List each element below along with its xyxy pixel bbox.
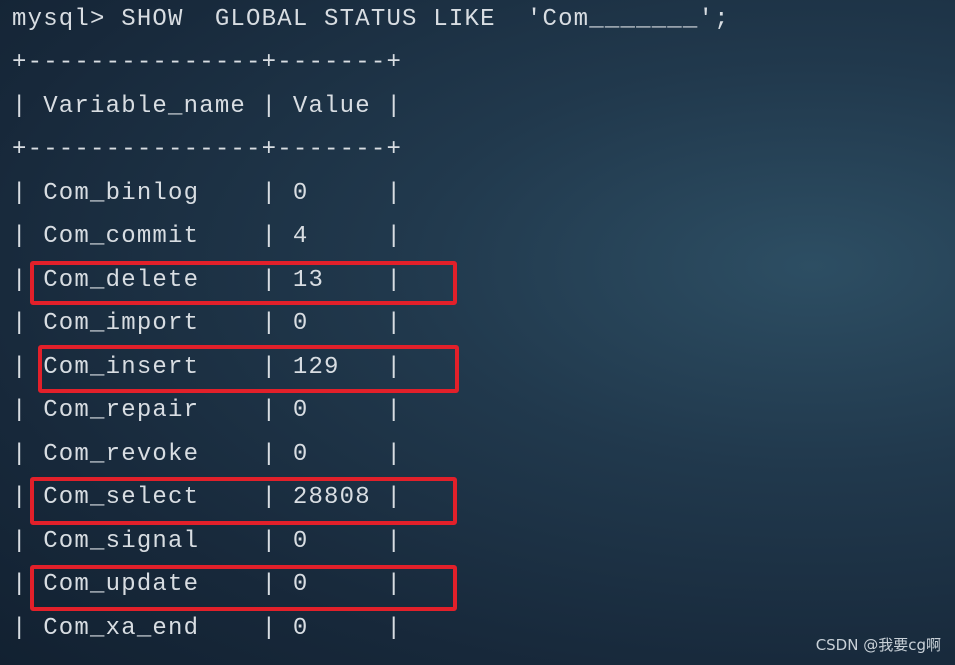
table-row: | Com_import | 0 | (12, 310, 403, 337)
highlight-box-com-select (30, 477, 457, 525)
csdn-watermark: CSDN @我要cg啊 (815, 636, 941, 654)
highlight-box-com-insert (38, 345, 459, 393)
highlight-box-com-delete (30, 261, 457, 305)
table-row: | Com_signal | 0 | (12, 528, 403, 555)
table-header: | Variable_name | Value | (12, 93, 403, 120)
table-border-top: +---------------+-------+ (12, 49, 403, 76)
highlight-box-com-update (30, 565, 457, 611)
table-row: | Com_repair | 0 | (12, 397, 403, 424)
command-line: mysql> SHOW GLOBAL STATUS LIKE 'Com_____… (12, 6, 730, 33)
table-row: | Com_binlog | 0 | (12, 180, 403, 207)
table-row: | Com_xa_end | 0 | (12, 615, 403, 642)
table-border-header: +---------------+-------+ (12, 136, 403, 163)
table-row: | Com_revoke | 0 | (12, 441, 403, 468)
table-row: | Com_commit | 4 | (12, 223, 403, 250)
